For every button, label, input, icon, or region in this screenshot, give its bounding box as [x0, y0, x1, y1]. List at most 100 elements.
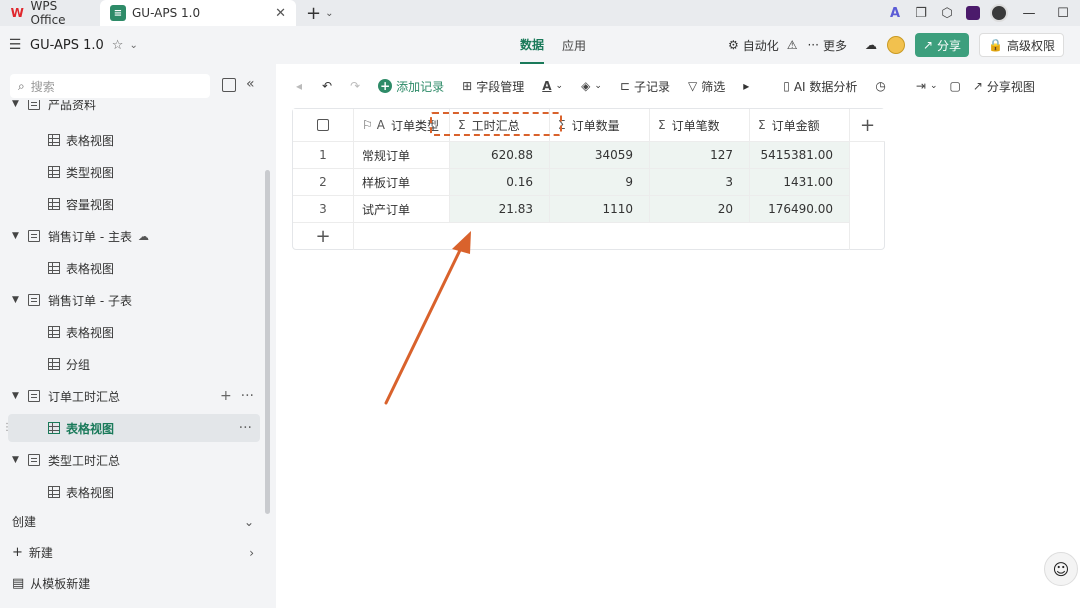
star-icon[interactable]: ☆: [112, 38, 124, 53]
new-tab-icon[interactable]: +: [306, 3, 321, 24]
sidebar-item-label: 销售订单 - 主表: [48, 229, 132, 244]
table-cell[interactable]: 试产订单: [354, 196, 450, 223]
undo-icon[interactable]: ↶: [322, 79, 332, 93]
redo-icon[interactable]: ↷: [350, 79, 360, 93]
table-cell[interactable]: 5415381.00: [750, 142, 850, 169]
sidebar-item-view[interactable]: 表格视图: [0, 318, 262, 346]
history-icon[interactable]: ◷: [875, 79, 885, 93]
chevron-down-icon[interactable]: ▼: [12, 455, 24, 465]
sidebar-item-table[interactable]: ▼ 销售订单 - 主表 ☁: [0, 222, 262, 250]
cloud-icon[interactable]: ☁: [865, 38, 877, 52]
panel-toggle-icon[interactable]: [222, 78, 236, 92]
chevron-down-icon[interactable]: ⌄: [325, 8, 333, 19]
warning-icon: ⚠: [786, 38, 798, 52]
collapse-sidebar-icon[interactable]: «: [246, 76, 255, 92]
sidebar-scrollbar[interactable]: [265, 170, 270, 514]
table-cell[interactable]: 20: [650, 196, 750, 223]
add-row-area[interactable]: [354, 223, 850, 250]
column-header[interactable]: Σ 订单笔数: [650, 109, 750, 142]
doc-title[interactable]: GU-APS 1.0: [30, 38, 104, 53]
sidebar-item-table[interactable]: ▼ 销售订单 - 子表: [0, 286, 262, 314]
share-button[interactable]: ↗ 分享: [914, 33, 970, 57]
collapse-arrow-icon[interactable]: ◂: [296, 79, 302, 93]
title-bar: W WPS Office ≡ GU-APS 1.0 ✕ + ⌄ A ❐ ⬡ — …: [0, 0, 1080, 27]
ai-logo-icon[interactable]: A: [882, 0, 908, 26]
share-view-button[interactable]: ↗ 分享视图: [973, 78, 1035, 95]
new-button[interactable]: + 新建 ›: [0, 537, 276, 568]
more-button[interactable]: ··· 更多: [807, 37, 846, 54]
more-tools-icon[interactable]: ▸: [743, 79, 749, 93]
window-copy-icon[interactable]: ❐: [908, 0, 934, 26]
export-button[interactable]: ⇥ ⌄: [916, 79, 938, 93]
table-cell[interactable]: 127: [650, 142, 750, 169]
app-badge-icon[interactable]: [960, 0, 986, 26]
table-cell[interactable]: 34059: [550, 142, 650, 169]
table-cell[interactable]: 1110: [550, 196, 650, 223]
sidebar-item-view[interactable]: 容量视图: [0, 190, 262, 218]
close-tab-icon[interactable]: ✕: [275, 6, 286, 21]
avatar[interactable]: [886, 36, 905, 54]
sidebar-item-table[interactable]: ▼ 产品资料: [0, 100, 262, 118]
table-cell[interactable]: 样板订单: [354, 169, 450, 196]
cube-icon[interactable]: ⬡: [934, 0, 960, 26]
more-dots-icon[interactable]: ···: [241, 388, 254, 404]
sidebar-item-view-selected[interactable]: 表格视图 ···: [8, 414, 260, 442]
maximize-button[interactable]: ☐: [1046, 0, 1080, 26]
chevron-down-icon[interactable]: ▼: [12, 100, 24, 109]
user-avatar[interactable]: [986, 0, 1012, 26]
minimize-button[interactable]: —: [1012, 0, 1046, 26]
chevron-down-icon[interactable]: ▼: [12, 231, 24, 241]
tab-data[interactable]: 数据: [520, 26, 545, 64]
add-column-button[interactable]: +: [850, 109, 885, 142]
sidebar-item-view[interactable]: 类型视图: [0, 158, 262, 186]
checkbox[interactable]: [317, 119, 329, 131]
sidebar-item-table[interactable]: ▼ 订单工时汇总 + ···: [0, 382, 262, 410]
assistant-avatar-icon[interactable]: ☺: [1044, 552, 1078, 586]
table-cell[interactable]: 1431.00: [750, 169, 850, 196]
sidebar-item-view[interactable]: 表格视图: [0, 254, 262, 282]
sidebar-item-table[interactable]: ▼ 类型工时汇总: [0, 446, 262, 474]
fill-color-button[interactable]: ◈ ⌄: [581, 79, 602, 93]
field-manage-button[interactable]: ⊞ 字段管理: [462, 78, 524, 95]
more-dots-icon[interactable]: ···: [239, 420, 252, 436]
automation-button[interactable]: ⚙ 自动化 ⚠: [728, 37, 798, 54]
sidebar-item-view[interactable]: 表格视图: [0, 126, 262, 154]
table-cell[interactable]: 常规订单: [354, 142, 450, 169]
tab-app[interactable]: 应用: [562, 26, 586, 64]
column-header[interactable]: Σ 订单数量: [550, 109, 650, 142]
table-cell[interactable]: 3: [650, 169, 750, 196]
chevron-down-icon[interactable]: ▼: [12, 295, 24, 305]
ai-analysis-button[interactable]: ▯ AI 数据分析: [783, 78, 857, 95]
tab-wps-office[interactable]: W WPS Office: [0, 0, 100, 27]
add-row-button[interactable]: +: [293, 223, 354, 250]
grid-view-icon: [48, 486, 60, 498]
data-table: ⚐ A 订单类型 Σ 工时汇总 Σ 订单数量 Σ 订单笔数 Σ 订单金额 + 1…: [292, 108, 885, 250]
table-cell[interactable]: 620.88: [450, 142, 550, 169]
filter-button[interactable]: ▽ 筛选: [688, 78, 725, 95]
sub-record-button[interactable]: ⊏ 子记录: [620, 78, 670, 95]
menu-icon[interactable]: ☰: [0, 37, 30, 53]
sidebar-item-view[interactable]: 表格视图: [0, 478, 262, 504]
table-cell[interactable]: 176490.00: [750, 196, 850, 223]
chevron-down-icon[interactable]: ▼: [12, 391, 24, 401]
template-new-button[interactable]: ▤ 从模板新建: [0, 568, 276, 599]
table-cell[interactable]: 9: [550, 169, 650, 196]
chevron-down-icon[interactable]: ⌄: [129, 40, 137, 51]
select-all-checkbox-cell[interactable]: [293, 109, 354, 142]
chevron-down-icon[interactable]: ⌄: [244, 515, 254, 529]
table-cell[interactable]: 0.16: [450, 169, 550, 196]
clipboard-icon[interactable]: ▢: [950, 79, 961, 93]
font-color-button[interactable]: A ⌄: [542, 79, 563, 93]
column-header[interactable]: Σ 订单金额: [750, 109, 850, 142]
table-cell[interactable]: 21.83: [450, 196, 550, 223]
tab-gu-aps[interactable]: ≡ GU-APS 1.0 ✕: [100, 0, 296, 26]
permission-button[interactable]: 🔒 高级权限: [979, 33, 1064, 57]
sidebar-item-label: 类型视图: [66, 165, 115, 180]
add-icon[interactable]: +: [220, 388, 232, 404]
sidebar-item-view[interactable]: 分组: [0, 350, 262, 378]
search-input[interactable]: ⌕ 搜索: [10, 74, 210, 98]
new-label: 新建: [28, 546, 53, 560]
create-section[interactable]: 创建 ⌄: [0, 506, 276, 537]
drag-handle-icon[interactable]: ⋮: [2, 422, 12, 433]
add-record-button[interactable]: + 添加记录: [378, 78, 444, 95]
